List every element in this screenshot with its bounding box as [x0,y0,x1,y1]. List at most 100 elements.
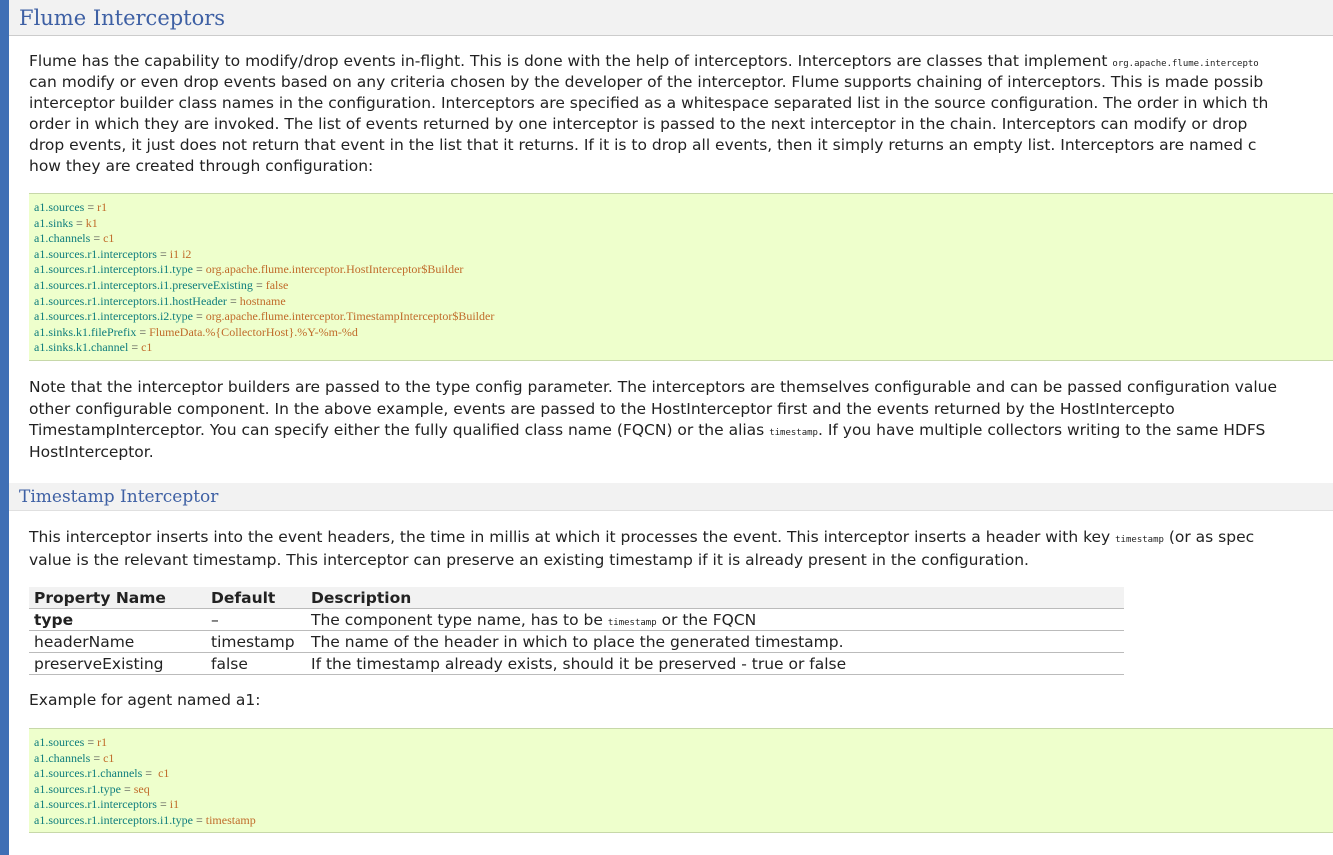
code-operator: = [142,766,156,781]
code-line: a1.sources = r1 [34,735,1333,751]
code-key: a1.channels [34,750,91,765]
code-line: a1.sources = r1 [34,200,1333,216]
intro-line: order in which they are invoked. The lis… [29,114,1247,135]
code-line: a1.sources.r1.type = seq [34,782,1333,798]
code-value: FlumeData.%{CollectorHost}.%Y-%m-%d [149,324,358,339]
code-operator: = [84,200,98,214]
code-key: a1.sinks.k1.channel [34,340,129,355]
timestamp-intro-line: This interceptor inserts into the event … [29,527,1254,551]
code-operator: = [192,309,206,324]
cell-property-name: preserveExisting [29,652,206,675]
cell-description-text: If the timestamp already exists, should … [311,654,847,673]
intro-line: drop events, it just does not return tha… [29,135,1256,156]
code-value: c1 [103,231,115,246]
code-block-config: a1.sources = r1 a1.sinks = k1 a1.channels … [29,193,1333,361]
code-value: hostname [239,293,286,308]
note-text: Note that the interceptor builders are p… [29,378,1278,396]
code-key: a1.sources [34,735,85,749]
code-value: r1 [97,200,108,214]
code-value: i1 [169,797,180,812]
note-text: other configurable component. In the abo… [29,399,1175,418]
doc-content: Flume Interceptors Flume has the capabil… [9,0,1333,855]
code-value: c1 [155,766,170,781]
cell-property-name: type [29,608,206,631]
cell-description-text: The component type name, has to be [311,610,608,629]
property-table: Property Name Default Description type – T… [29,587,1124,675]
note-text: TimestampInterceptor. You can specify ei… [29,421,770,439]
timestamp-intro-text: value is the relevant timestamp. This in… [29,551,1029,569]
code-value: org.apache.flume.interceptor.TimestampIn… [205,309,495,324]
code-line: a1.sources.r1.interceptors.i1.preserveEx… [34,278,1333,294]
intro-text: can modify or even drop events based on … [29,73,1264,91]
intro-line: can modify or even drop events based on … [29,72,1263,93]
code-line: a1.channels = c1 [34,231,1333,247]
table-header-row: Property Name Default Description [29,587,1124,609]
code-key: a1.sources.r1.interceptors.i1.type [34,812,193,827]
code-key: a1.sources [34,200,85,214]
cell-default: timestamp [206,630,306,653]
code-key: a1.sources.r1.interceptors [34,797,157,812]
code-line: a1.sources.r1.interceptors = i1 [34,797,1333,813]
inline-code: timestamp [1115,535,1164,545]
table-row: preserveExisting false If the timestamp al… [29,652,1124,675]
code-key: a1.sources.r1.interceptors.i1.hostHeader [34,293,227,308]
timestamp-intro-text: This interceptor inserts into the event … [29,528,1116,546]
intro-line: how they are created through configurati… [29,156,373,177]
code-line: a1.sources.r1.interceptors.i1.hostHeader… [34,294,1333,310]
cell-property-name: headerName [29,630,206,653]
intro-text: how they are created through configurati… [29,157,374,175]
inline-code: timestamp [769,428,818,438]
code-operator: = [136,324,150,339]
inline-code: timestamp [607,617,657,628]
cell-description-text: The name of the header in which to place… [311,632,844,651]
code-key: a1.sinks.k1.filePrefix [34,324,137,339]
intro-line: interceptor builder class names in the c… [29,93,1268,114]
intro-text: Flume has the capability to modify/drop … [29,52,1113,70]
code-key: a1.sources.r1.interceptors [34,246,157,261]
note-line: TimestampInterceptor. You can specify ei… [29,420,1265,444]
col-header-description: Description [306,587,1124,609]
code-operator: = [192,262,206,277]
code-operator: = [156,797,170,812]
code-value: false [265,277,289,292]
code-value: org.apache.flume.interceptor.HostInterce… [205,262,464,277]
code-line: a1.sinks.k1.channel = c1 [34,340,1333,356]
col-header-default: Default [206,587,306,609]
code-operator: = [252,277,266,292]
code-key: a1.sources.r1.type [34,781,121,796]
note-text: HostInterceptor. [29,442,154,461]
code-value: c1 [103,750,115,765]
intro-text: drop events, it just does not return tha… [29,136,1257,154]
timestamp-intro-text: (or as spec [1163,528,1255,546]
note-line: Note that the interceptor builders are p… [29,377,1277,398]
code-operator: = [128,340,142,355]
code-operator: = [156,246,170,261]
cell-default: false [206,652,306,675]
table-row: headerName timestamp The name of the heade… [29,630,1124,653]
code-key: a1.sinks [34,215,73,230]
code-line: a1.sources.r1.interceptors.i1.type = org… [34,262,1333,278]
code-line: a1.sinks.k1.filePrefix = FlumeData.%{Col… [34,325,1333,341]
table-row: type – The component type name, has to be … [29,608,1124,631]
intro-text: interceptor builder class names in the c… [29,94,1269,112]
cell-description: The component type name, has to be times… [306,608,1124,631]
cell-description: The name of the header in which to place… [306,630,1124,653]
inline-code: org.apache.flume.intercepto [1112,59,1259,69]
code-key: a1.sources.r1.interceptors.i1.type [34,262,193,277]
code-operator: = [90,750,104,765]
cell-default: – [206,608,306,631]
code-key: a1.sources.r1.channels [34,766,143,781]
code-value: timestamp [205,812,256,827]
code-line: a1.channels = c1 [34,751,1333,767]
code-operator: = [73,215,86,230]
code-value: c1 [141,340,153,355]
note-text: . If you have multiple collectors writin… [817,421,1266,439]
code-operator: = [84,735,98,749]
code-operator: = [226,293,240,308]
code-value: i1 i2 [169,246,192,261]
note-line: other configurable component. In the abo… [29,399,1175,420]
cell-description: If the timestamp already exists, should … [306,652,1124,675]
code-value: k1 [85,215,98,230]
note-line: HostInterceptor. [29,442,154,463]
section-title: Flume Interceptors [9,0,1333,36]
